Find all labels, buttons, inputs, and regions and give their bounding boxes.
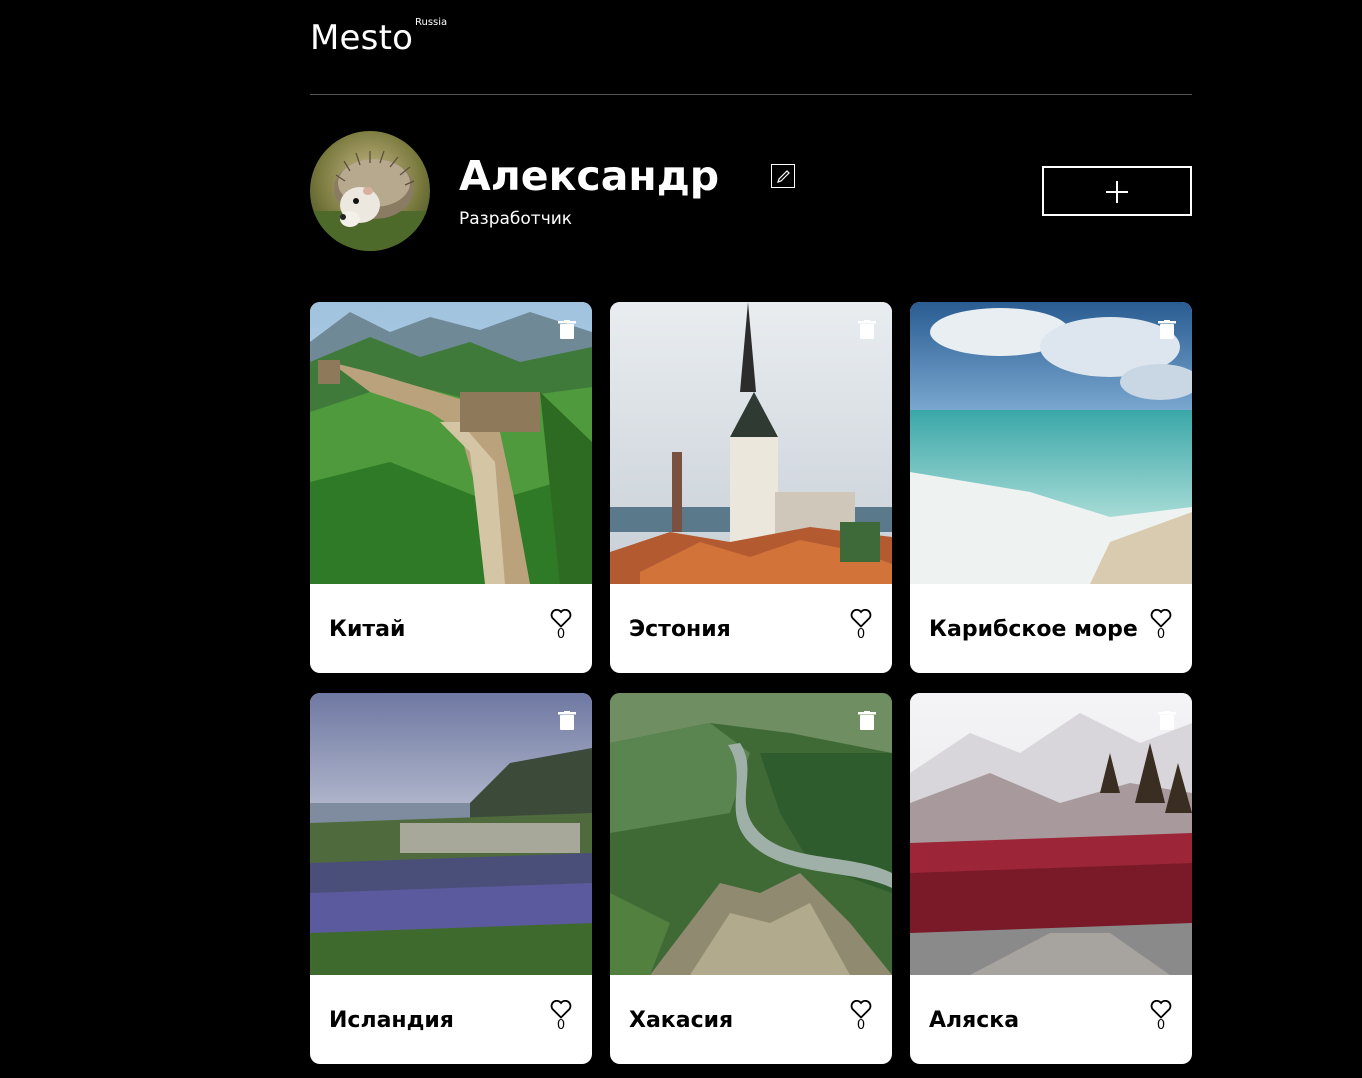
card: Эстония 0 <box>610 302 892 673</box>
logo[interactable]: Mesto <box>310 18 413 58</box>
like-group: 0 <box>550 1000 572 1033</box>
like-group: 0 <box>850 1000 872 1033</box>
pencil-icon <box>777 170 790 183</box>
card-title: Эстония <box>629 617 731 642</box>
card-title: Карибское море <box>929 617 1138 642</box>
like-count: 0 <box>1156 627 1166 642</box>
profile-about: Разработчик <box>459 209 573 229</box>
page: Mesto Russia Александр Разработчик Китай… <box>310 0 1192 1064</box>
like-count: 0 <box>856 1018 866 1033</box>
like-group: 0 <box>1150 609 1172 642</box>
card: Исландия 0 <box>310 693 592 1064</box>
heart-icon[interactable] <box>1150 1000 1172 1019</box>
card-image[interactable] <box>610 693 892 975</box>
card-title: Китай <box>329 617 406 642</box>
card: Аляска 0 <box>910 693 1192 1064</box>
trash-icon[interactable] <box>558 320 576 339</box>
trash-icon[interactable] <box>858 320 876 339</box>
card-title: Хакасия <box>629 1008 734 1033</box>
like-group: 0 <box>850 609 872 642</box>
card: Карибское море 0 <box>910 302 1192 673</box>
card: Хакасия 0 <box>610 693 892 1064</box>
like-group: 0 <box>550 609 572 642</box>
like-count: 0 <box>556 627 566 642</box>
header: Mesto Russia <box>310 0 1192 95</box>
card-image[interactable] <box>910 302 1192 584</box>
card: Китай 0 <box>310 302 592 673</box>
avatar[interactable] <box>310 131 430 251</box>
edit-profile-button[interactable] <box>771 164 795 188</box>
like-count: 0 <box>1156 1018 1166 1033</box>
heart-icon[interactable] <box>550 609 572 628</box>
card-image[interactable] <box>310 693 592 975</box>
profile: Александр Разработчик <box>310 95 1192 302</box>
heart-icon[interactable] <box>850 1000 872 1019</box>
logo-region: Russia <box>415 17 448 28</box>
card-image[interactable] <box>310 302 592 584</box>
heart-icon[interactable] <box>1150 609 1172 628</box>
heart-icon[interactable] <box>550 1000 572 1019</box>
heart-icon[interactable] <box>850 609 872 628</box>
add-card-button[interactable] <box>1042 166 1192 216</box>
card-image[interactable] <box>610 302 892 584</box>
card-title: Аляска <box>929 1008 1020 1033</box>
trash-icon[interactable] <box>1158 711 1176 730</box>
card-image[interactable] <box>910 693 1192 975</box>
cards-grid: Китай 0 Эстония 0 Карибское море 0 Ислан… <box>310 302 1192 1064</box>
trash-icon[interactable] <box>1158 320 1176 339</box>
like-count: 0 <box>856 627 866 642</box>
profile-name: Александр <box>459 152 720 200</box>
card-title: Исландия <box>329 1008 454 1033</box>
trash-icon[interactable] <box>858 711 876 730</box>
like-group: 0 <box>1150 1000 1172 1033</box>
trash-icon[interactable] <box>558 711 576 730</box>
like-count: 0 <box>556 1018 566 1033</box>
plus-icon <box>1106 181 1128 203</box>
